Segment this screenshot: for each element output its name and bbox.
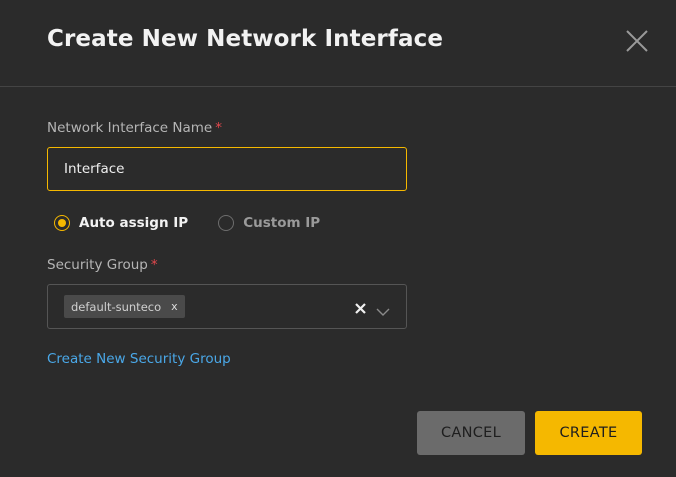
network-interface-name-label: Network Interface Name * — [47, 120, 222, 136]
clear-selection-icon[interactable] — [354, 300, 367, 314]
create-network-interface-dialog: Create New Network Interface Network Int… — [0, 0, 676, 477]
dialog-title: Create New Network Interface — [47, 26, 444, 52]
create-security-group-link[interactable]: Create New Security Group — [47, 351, 231, 367]
radio-custom-ip-label: Custom IP — [243, 215, 321, 231]
security-group-label: Security Group * — [47, 257, 158, 273]
dialog-header: Create New Network Interface — [0, 0, 676, 87]
selected-tag-label: default-sunteco — [71, 299, 162, 314]
close-icon[interactable] — [622, 26, 652, 56]
security-group-select[interactable]: default-sunteco x — [47, 284, 407, 329]
radio-unchecked-icon[interactable] — [218, 215, 235, 231]
network-interface-name-input[interactable] — [47, 147, 407, 191]
tag-remove-icon[interactable]: x — [171, 300, 178, 313]
chevron-down-icon[interactable] — [376, 302, 390, 316]
required-asterisk: * — [215, 120, 222, 136]
network-interface-name-label-text: Network Interface Name — [47, 120, 213, 136]
ip-mode-radio-group: Auto assign IP Custom IP — [54, 213, 350, 233]
security-group-label-text: Security Group — [47, 257, 148, 273]
selected-tag: default-sunteco x — [64, 295, 185, 318]
create-button[interactable]: CREATE — [535, 411, 642, 455]
required-asterisk: * — [150, 257, 158, 273]
cancel-button[interactable]: CANCEL — [417, 411, 525, 455]
radio-auto-assign-ip-label: Auto assign IP — [79, 215, 189, 231]
radio-checked-icon[interactable] — [54, 215, 70, 231]
radio-custom-ip[interactable]: Custom IP — [218, 215, 320, 231]
radio-auto-assign-ip[interactable]: Auto assign IP — [54, 215, 188, 231]
